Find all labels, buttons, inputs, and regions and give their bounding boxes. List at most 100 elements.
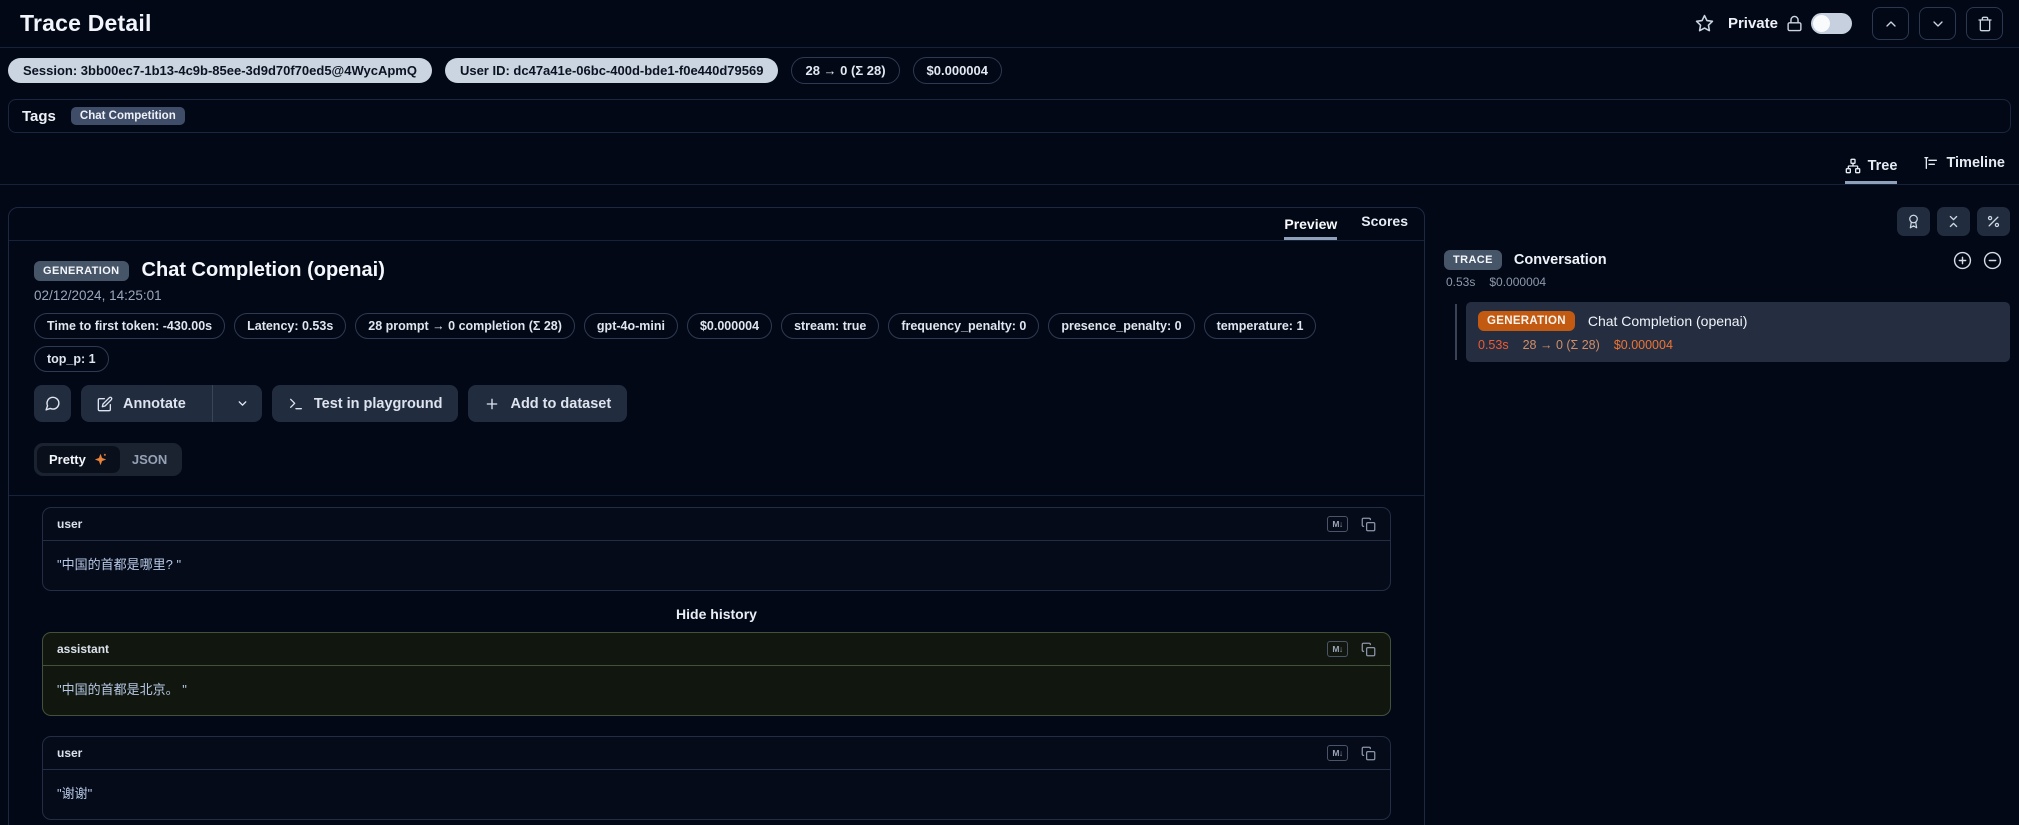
- annotate-split-button: Annotate: [81, 385, 262, 422]
- message-header: user M↓: [43, 508, 1390, 541]
- copy-icon[interactable]: [1361, 517, 1376, 532]
- user-id-badge[interactable]: User ID: dc47a41e-06bc-400d-bde1-f0e440d…: [445, 58, 779, 83]
- pen-square-icon: [97, 396, 113, 412]
- message-header-icons: M↓: [1327, 745, 1376, 761]
- trace-metrics: 0.53s $0.000004: [1446, 275, 2010, 289]
- message-header-icons: M↓: [1327, 516, 1376, 532]
- collapse-all-button[interactable]: [1937, 207, 1970, 236]
- tags-container[interactable]: Tags Chat Competition: [8, 99, 2011, 133]
- page-header: Trace Detail Private: [0, 0, 2019, 48]
- message-role: user: [57, 746, 82, 760]
- timeline-icon: [1923, 155, 1939, 171]
- terminal-icon: [288, 396, 304, 412]
- trace-latency: 0.53s: [1446, 275, 1475, 289]
- generation-cost: $0.000004: [1614, 338, 1673, 352]
- metric-badge-tokens: 28 prompt → 0 completion (Σ 28): [355, 313, 575, 339]
- tree-zoom-controls: [1953, 251, 2010, 270]
- metric-badge-top-p: top_p: 1: [34, 346, 109, 372]
- observation-timestamp: 02/12/2024, 14:25:01: [34, 288, 1399, 303]
- test-in-playground-button[interactable]: Test in playground: [272, 385, 459, 422]
- privacy-control: Private: [1728, 13, 1852, 34]
- trace-type-badge: TRACE: [1444, 250, 1502, 270]
- toggle-knob: [1813, 15, 1830, 32]
- observation-panel: Preview Scores GENERATION Chat Completio…: [8, 207, 1425, 825]
- panel-body: GENERATION Chat Completion (openai) 02/1…: [9, 241, 1424, 825]
- generation-tokens: 28 → 0 (Σ 28): [1523, 338, 1600, 352]
- chevron-down-icon: [236, 397, 249, 410]
- tree-children: GENERATION Chat Completion (openai) 0.53…: [1444, 302, 2010, 362]
- pretty-label: Pretty: [49, 452, 86, 467]
- previous-trace-button[interactable]: [1872, 7, 1909, 40]
- metric-badge-cost: $0.000004: [687, 313, 772, 339]
- metric-badge-stream: stream: true: [781, 313, 879, 339]
- privacy-toggle[interactable]: [1811, 13, 1852, 34]
- split-divider: [212, 385, 213, 422]
- session-badge[interactable]: Session: 3bb00ec7-1b13-4c9b-85ee-3d9d70f…: [8, 58, 432, 83]
- comment-bubble-icon: [44, 395, 61, 412]
- message-box-user-1: user M↓ "中国的首都是哪里? ": [42, 507, 1391, 591]
- tab-timeline-label: Timeline: [1946, 155, 2005, 171]
- tab-timeline[interactable]: Timeline: [1923, 155, 2005, 184]
- trace-root-row[interactable]: TRACE Conversation: [1444, 250, 2010, 270]
- view-tabs: Tree Timeline: [0, 141, 2019, 185]
- scores-toggle-button[interactable]: [1897, 207, 1930, 236]
- copy-icon[interactable]: [1361, 642, 1376, 657]
- nav-button-group: [1872, 7, 2003, 40]
- tab-preview[interactable]: Preview: [1284, 216, 1337, 240]
- percent-icon: [1986, 214, 2001, 229]
- comments-button[interactable]: [34, 385, 71, 422]
- tab-tree-label: Tree: [1868, 158, 1898, 174]
- markdown-toggle-icon[interactable]: M↓: [1327, 641, 1348, 657]
- message-content: "谢谢": [43, 770, 1390, 819]
- minus-circle-icon[interactable]: [1983, 251, 2002, 270]
- cost-badge: $0.000004: [913, 57, 1002, 84]
- metric-badge-presence-penalty: presence_penalty: 0: [1048, 313, 1194, 339]
- annotate-dropdown-button[interactable]: [223, 385, 262, 422]
- next-trace-button[interactable]: [1919, 7, 1956, 40]
- metric-badges-row-1: Time to first token: -430.00s Latency: 0…: [34, 313, 1399, 339]
- metric-badge-ttft: Time to first token: -430.00s: [34, 313, 225, 339]
- message-header: user M↓: [43, 737, 1390, 770]
- sparkles-icon: [93, 452, 108, 467]
- tree-icon: [1845, 158, 1861, 174]
- privacy-label: Private: [1728, 15, 1778, 32]
- message-content: "中国的首都是北京。 ": [43, 666, 1390, 715]
- copy-icon[interactable]: [1361, 746, 1376, 761]
- message-header-icons: M↓: [1327, 641, 1376, 657]
- generation-title: Chat Completion (openai): [1588, 313, 1748, 329]
- annotate-button[interactable]: Annotate: [81, 385, 202, 422]
- add-to-dataset-button[interactable]: Add to dataset: [468, 385, 627, 422]
- message-box-user-2: user M↓ "谢谢": [42, 736, 1391, 820]
- observation-header: GENERATION Chat Completion (openai): [34, 259, 1399, 282]
- panel-tabs: Preview Scores: [9, 208, 1424, 241]
- tag-chip[interactable]: Chat Competition: [71, 107, 185, 125]
- metrics-toggle-button[interactable]: [1977, 207, 2010, 236]
- star-icon[interactable]: [1695, 14, 1714, 33]
- generation-latency: 0.53s: [1478, 338, 1509, 352]
- metric-badge-model: gpt-4o-mini: [584, 313, 678, 339]
- delete-trace-button[interactable]: [1966, 7, 2003, 40]
- chevron-down-icon: [1930, 16, 1946, 32]
- message-box-assistant: assistant M↓ "中国的首都是北京。 ": [42, 632, 1391, 716]
- markdown-toggle-icon[interactable]: M↓: [1327, 516, 1348, 532]
- generation-tree-row[interactable]: GENERATION Chat Completion (openai) 0.53…: [1466, 302, 2010, 362]
- tab-tree[interactable]: Tree: [1845, 158, 1898, 184]
- trace-title: Conversation: [1514, 252, 1607, 268]
- metric-badge-frequency-penalty: frequency_penalty: 0: [888, 313, 1039, 339]
- markdown-toggle-icon[interactable]: M↓: [1327, 745, 1348, 761]
- playground-label: Test in playground: [314, 396, 443, 412]
- chevron-up-icon: [1883, 16, 1899, 32]
- generation-type-badge: GENERATION: [34, 261, 129, 281]
- hide-history-toggle[interactable]: Hide history: [42, 606, 1391, 622]
- meta-badges-row: Session: 3bb00ec7-1b13-4c9b-85ee-3d9d70f…: [8, 57, 1002, 84]
- actions-row: Annotate Test in playground Add to datas…: [34, 385, 1399, 422]
- plus-circle-icon[interactable]: [1953, 251, 1972, 270]
- generation-row-metrics: 0.53s 28 → 0 (Σ 28) $0.000004: [1478, 338, 1998, 352]
- trash-icon: [1977, 16, 1993, 32]
- dataset-label: Add to dataset: [510, 396, 611, 412]
- observation-title: Chat Completion (openai): [142, 259, 385, 282]
- format-json-segment[interactable]: JSON: [120, 446, 179, 473]
- tab-scores[interactable]: Scores: [1361, 213, 1408, 240]
- page-title: Trace Detail: [20, 10, 152, 37]
- format-pretty-segment[interactable]: Pretty: [37, 446, 120, 473]
